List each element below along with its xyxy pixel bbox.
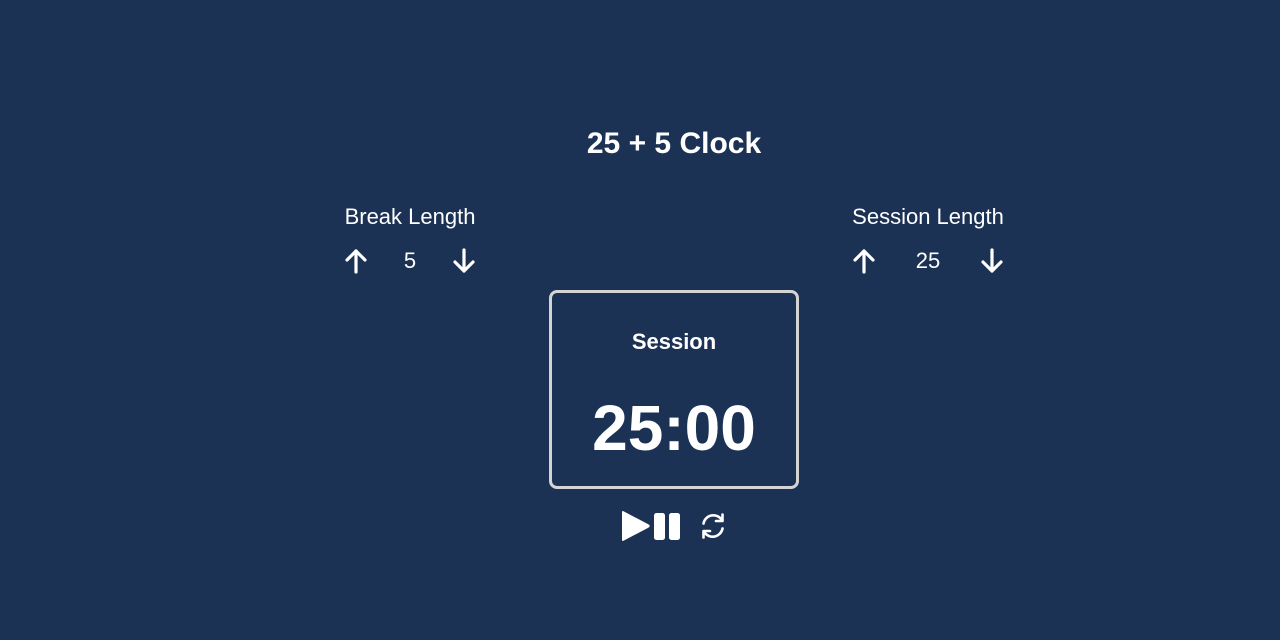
session-length-row: 25 xyxy=(798,246,1058,276)
break-length-row: 5 xyxy=(280,246,540,276)
break-decrement-button[interactable] xyxy=(449,246,479,276)
reset-button[interactable] xyxy=(698,511,728,541)
arrow-up-icon xyxy=(345,249,367,274)
timer-controls xyxy=(620,508,728,544)
arrow-up-icon xyxy=(853,249,875,274)
arrow-down-icon xyxy=(453,248,475,273)
break-length-label: Break Length xyxy=(344,204,476,229)
break-increment-button[interactable] xyxy=(341,246,371,276)
app-title: 25 + 5 Clock xyxy=(586,127,762,160)
session-length-value: 25 xyxy=(915,248,941,273)
timer-display: Session 25:00 xyxy=(549,290,799,489)
refresh-icon xyxy=(702,513,724,539)
play-pause-icon xyxy=(622,511,680,541)
break-length-control: Break Length 5 xyxy=(280,200,540,276)
session-length-control: Session Length 25 xyxy=(798,200,1058,276)
arrow-down-icon xyxy=(981,248,1003,273)
start-stop-button[interactable] xyxy=(620,508,684,544)
session-increment-button[interactable] xyxy=(849,246,879,276)
time-left: 25:00 xyxy=(592,392,756,464)
session-length-label: Session Length xyxy=(852,204,1004,229)
pomodoro-clock-app: 25 + 5 Clock Break Length 5 Session Leng… xyxy=(0,0,1280,640)
session-decrement-button[interactable] xyxy=(977,246,1007,276)
timer-label: Session xyxy=(631,329,717,354)
break-length-value: 5 xyxy=(403,248,417,273)
